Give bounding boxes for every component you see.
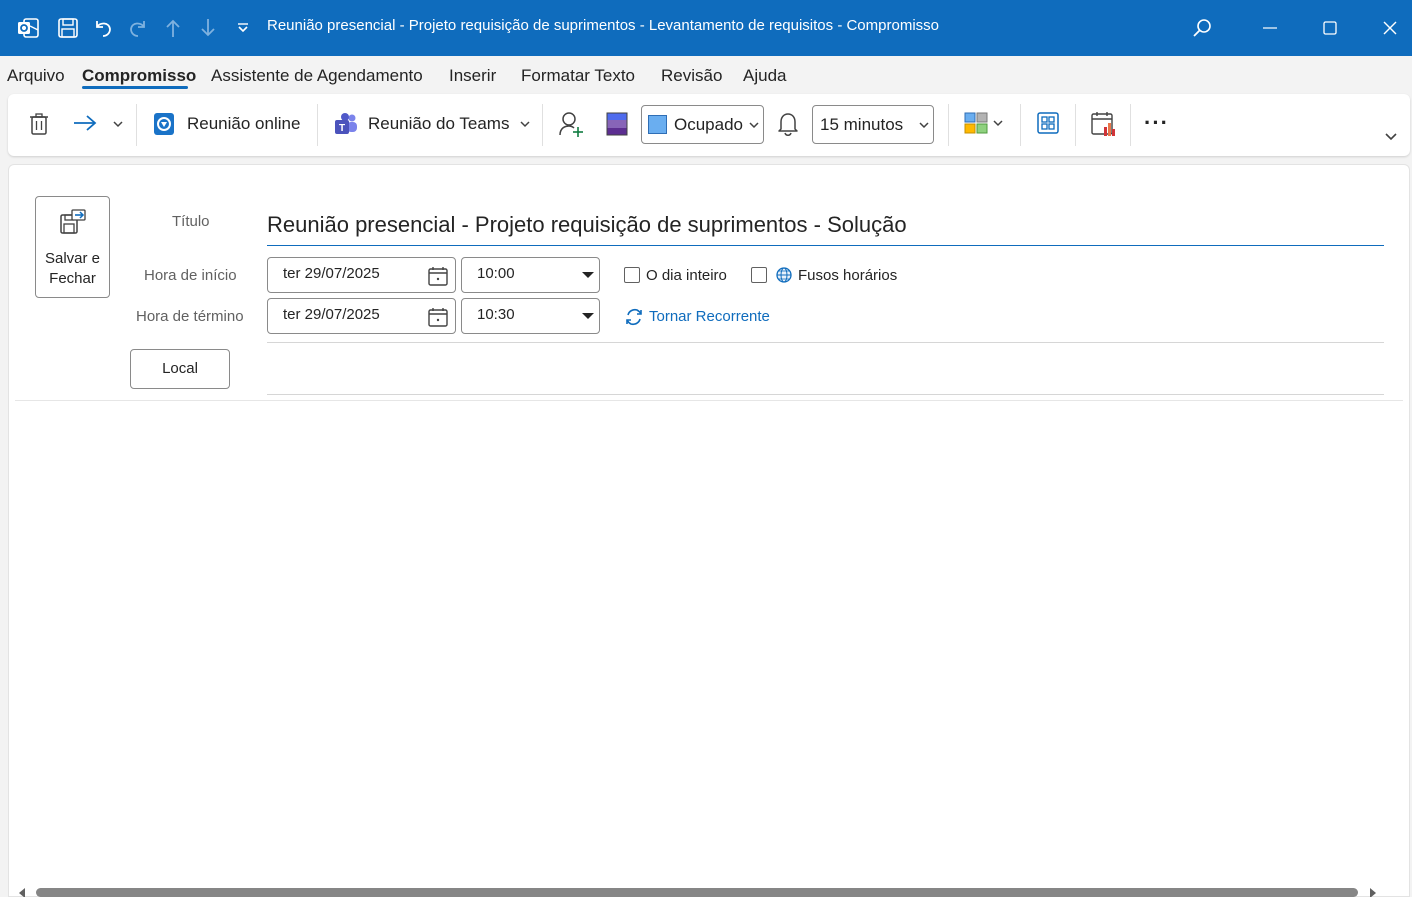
show-as-value: Ocupado <box>674 114 743 134</box>
globe-icon <box>776 267 792 283</box>
next-item-icon <box>194 14 222 42</box>
tab-inserir[interactable]: Inserir <box>449 66 496 86</box>
ribbon-separator <box>1130 104 1131 146</box>
expand-ribbon-chevron-icon[interactable] <box>1384 132 1398 142</box>
svg-text:T: T <box>339 123 345 134</box>
ribbon-separator <box>948 104 949 146</box>
scroll-right-arrow-icon[interactable] <box>1370 888 1376 897</box>
ribbon-toolbar: Reunião online T Reunião do Teams Ocupad… <box>8 94 1410 156</box>
time-zones-label: Fusos horários <box>798 267 898 284</box>
end-time-combobox[interactable]: 10:30 <box>461 298 600 334</box>
message-body-editor[interactable] <box>15 402 1403 882</box>
start-date-picker[interactable]: ter 29/07/2025 <box>267 257 456 293</box>
redo-icon <box>124 14 152 42</box>
end-time-label: Hora de término <box>136 308 244 325</box>
forward-dropdown-chevron-icon[interactable] <box>112 119 124 129</box>
categorize-color-icon[interactable] <box>606 112 628 136</box>
calendar-icon[interactable] <box>427 265 449 287</box>
window-title: Reunião presencial - Projeto requisição … <box>267 17 939 34</box>
outlook-app-icon[interactable] <box>14 14 42 42</box>
tab-revisao[interactable]: Revisão <box>661 66 722 86</box>
dropdown-arrow-icon <box>582 313 594 319</box>
save-close-label-line2: Fechar <box>49 270 96 287</box>
save-close-label: Salvar e Fechar <box>36 249 109 289</box>
all-day-label: O dia inteiro <box>646 267 727 284</box>
forward-icon[interactable] <box>72 113 98 133</box>
teams-dropdown-chevron-icon <box>520 121 530 128</box>
tab-formatar-texto[interactable]: Formatar Texto <box>521 66 635 86</box>
teams-icon: T <box>335 113 357 134</box>
online-meeting-icon <box>154 113 174 135</box>
delete-icon[interactable] <box>28 112 50 136</box>
save-close-label-line1: Salvar e <box>44 250 101 267</box>
ribbon-tabs: Arquivo Compromisso Assistente de Agenda… <box>0 56 1412 94</box>
end-time-value: 10:30 <box>477 306 515 323</box>
tab-assistente-agendamento[interactable]: Assistente de Agendamento <box>211 66 423 86</box>
recurrence-icon[interactable] <box>624 307 644 327</box>
teams-meeting-button[interactable]: T Reunião do Teams <box>333 111 531 137</box>
online-meeting-button[interactable]: Reunião online <box>152 111 300 137</box>
customize-toolbar-icon[interactable] <box>229 14 257 42</box>
maximize-icon[interactable] <box>1316 14 1344 42</box>
close-icon[interactable] <box>1376 14 1404 42</box>
scrollbar-thumb[interactable] <box>36 888 1358 897</box>
ribbon-separator <box>542 104 543 146</box>
all-day-checkbox[interactable] <box>624 267 640 283</box>
ribbon-separator <box>1075 104 1076 146</box>
reminder-value: 15 minutos <box>820 114 904 134</box>
start-time-value: 10:00 <box>477 265 515 282</box>
scroll-left-arrow-icon[interactable] <box>19 888 25 897</box>
more-options-button[interactable]: ··· <box>1144 110 1169 136</box>
online-meeting-label: Reunião online <box>187 114 301 133</box>
reminder-dropdown[interactable]: 15 minutos <box>812 105 934 144</box>
title-field[interactable] <box>267 199 1384 246</box>
busy-status-swatch <box>648 115 667 134</box>
search-icon[interactable] <box>1188 14 1216 42</box>
location-input[interactable] <box>267 350 1384 390</box>
tab-ajuda[interactable]: Ajuda <box>743 66 786 86</box>
active-tab-indicator <box>82 86 188 89</box>
chevron-down-icon <box>919 122 929 129</box>
show-as-dropdown[interactable]: Ocupado <box>641 105 764 144</box>
save-close-icon <box>60 209 86 234</box>
end-date-picker[interactable]: ter 29/07/2025 <box>267 298 456 334</box>
divider <box>267 394 1384 395</box>
title-bar: Reunião presencial - Projeto requisição … <box>0 0 1412 56</box>
scheduling-insights-icon[interactable] <box>1090 110 1116 138</box>
make-recurring-link[interactable]: Tornar Recorrente <box>649 308 770 325</box>
save-icon[interactable] <box>54 14 82 42</box>
apps-grid-icon[interactable] <box>1036 111 1060 135</box>
previous-item-icon <box>159 14 187 42</box>
chevron-down-icon <box>749 122 759 129</box>
reminder-bell-icon <box>777 111 799 137</box>
end-date-value: ter 29/07/2025 <box>283 306 380 323</box>
body-divider <box>15 400 1403 401</box>
dropdown-arrow-icon <box>582 272 594 278</box>
invite-attendees-icon[interactable] <box>558 110 584 138</box>
ribbon-separator <box>136 104 137 146</box>
ribbon-separator <box>317 104 318 146</box>
start-time-combobox[interactable]: 10:00 <box>461 257 600 293</box>
time-zones-checkbox[interactable] <box>751 267 767 283</box>
tab-compromisso[interactable]: Compromisso <box>82 66 196 86</box>
chevron-down-icon <box>993 120 1003 127</box>
tab-arquivo[interactable]: Arquivo <box>7 66 65 86</box>
calendar-icon[interactable] <box>427 306 449 328</box>
minimize-icon[interactable] <box>1256 14 1284 42</box>
start-date-value: ter 29/07/2025 <box>283 265 380 282</box>
undo-icon[interactable] <box>89 14 117 42</box>
location-button[interactable]: Local <box>130 349 230 389</box>
divider <box>267 342 1384 343</box>
ribbon-separator <box>1020 104 1021 146</box>
horizontal-scrollbar[interactable] <box>15 885 1380 897</box>
start-time-label: Hora de início <box>144 267 237 284</box>
save-and-close-button[interactable]: Salvar e Fechar <box>35 196 110 298</box>
categorize-icon[interactable] <box>963 111 1004 135</box>
title-label: Título <box>172 213 210 230</box>
teams-meeting-label: Reunião do Teams <box>368 114 510 133</box>
